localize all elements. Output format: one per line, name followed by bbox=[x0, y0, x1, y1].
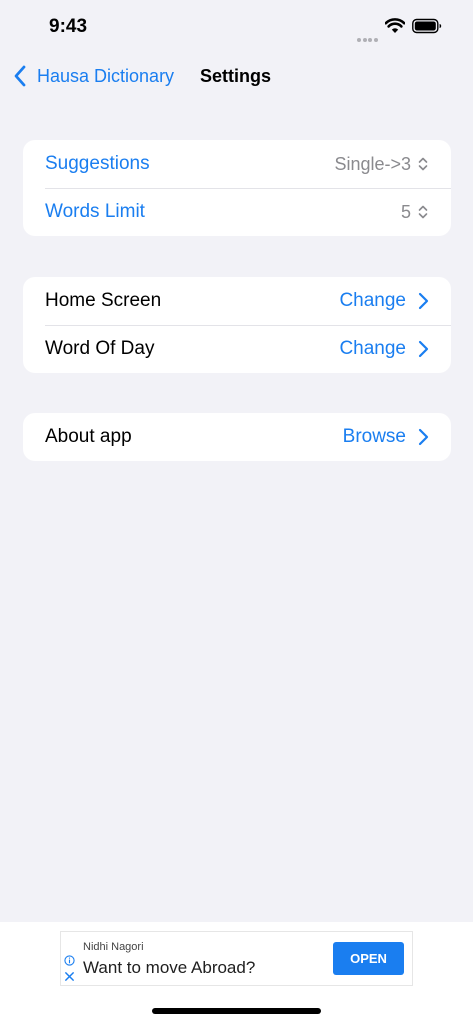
navigation-bar: Hausa Dictionary Settings bbox=[0, 56, 473, 100]
ad-banner[interactable]: Nidhi Nagori Want to move Abroad? OPEN bbox=[60, 931, 413, 986]
ad-advertiser: Nidhi Nagori bbox=[83, 941, 144, 953]
settings-group-search: Suggestions Single->3 Words Limit 5 bbox=[23, 140, 451, 236]
ad-close-icon[interactable] bbox=[64, 971, 75, 982]
words-limit-value: 5 bbox=[401, 202, 429, 223]
chevron-up-down-icon bbox=[418, 157, 428, 171]
about-app-browse-link[interactable]: Browse bbox=[343, 426, 429, 448]
word-of-day-change-link[interactable]: Change bbox=[339, 338, 429, 360]
status-time: 9:43 bbox=[49, 16, 88, 37]
chevron-right-icon bbox=[418, 428, 429, 446]
back-button[interactable]: Hausa Dictionary bbox=[12, 56, 174, 96]
suggestions-value: Single->3 bbox=[334, 154, 429, 175]
chevron-right-icon bbox=[418, 340, 429, 358]
settings-group-about: About app Browse bbox=[23, 413, 451, 461]
back-button-label: Hausa Dictionary bbox=[37, 65, 175, 86]
ad-info-icon[interactable] bbox=[64, 955, 75, 966]
suggestions-picker[interactable]: Suggestions Single->3 bbox=[23, 140, 451, 188]
chevron-left-icon bbox=[14, 65, 26, 87]
home-screen-row[interactable]: Home Screen Change bbox=[23, 277, 451, 325]
settings-screen: 9:43 Hausa Dictionary Settings Suggestio… bbox=[0, 0, 473, 1024]
about-app-label: About app bbox=[45, 426, 132, 447]
word-of-day-label: Word Of Day bbox=[45, 338, 155, 359]
home-indicator bbox=[152, 1008, 321, 1014]
about-app-row[interactable]: About app Browse bbox=[23, 413, 451, 461]
settings-group-screens: Home Screen Change Word Of Day Change bbox=[23, 277, 451, 373]
chevron-right-icon bbox=[418, 292, 429, 310]
page-title: Settings bbox=[200, 66, 272, 86]
home-screen-label: Home Screen bbox=[45, 290, 162, 311]
status-bar: 9:43 bbox=[0, 0, 473, 54]
wifi-icon bbox=[385, 18, 405, 33]
suggestions-label: Suggestions bbox=[45, 153, 150, 174]
home-screen-change-link[interactable]: Change bbox=[339, 290, 429, 312]
ad-headline: Want to move Abroad? bbox=[83, 958, 256, 977]
chevron-up-down-icon bbox=[418, 205, 428, 219]
battery-icon bbox=[412, 18, 442, 34]
ad-open-button[interactable]: OPEN bbox=[333, 942, 404, 975]
word-of-day-row[interactable]: Word Of Day Change bbox=[23, 325, 451, 373]
cellular-signal-icon bbox=[357, 29, 379, 42]
words-limit-picker[interactable]: Words Limit 5 bbox=[23, 188, 451, 236]
words-limit-label: Words Limit bbox=[45, 201, 145, 222]
